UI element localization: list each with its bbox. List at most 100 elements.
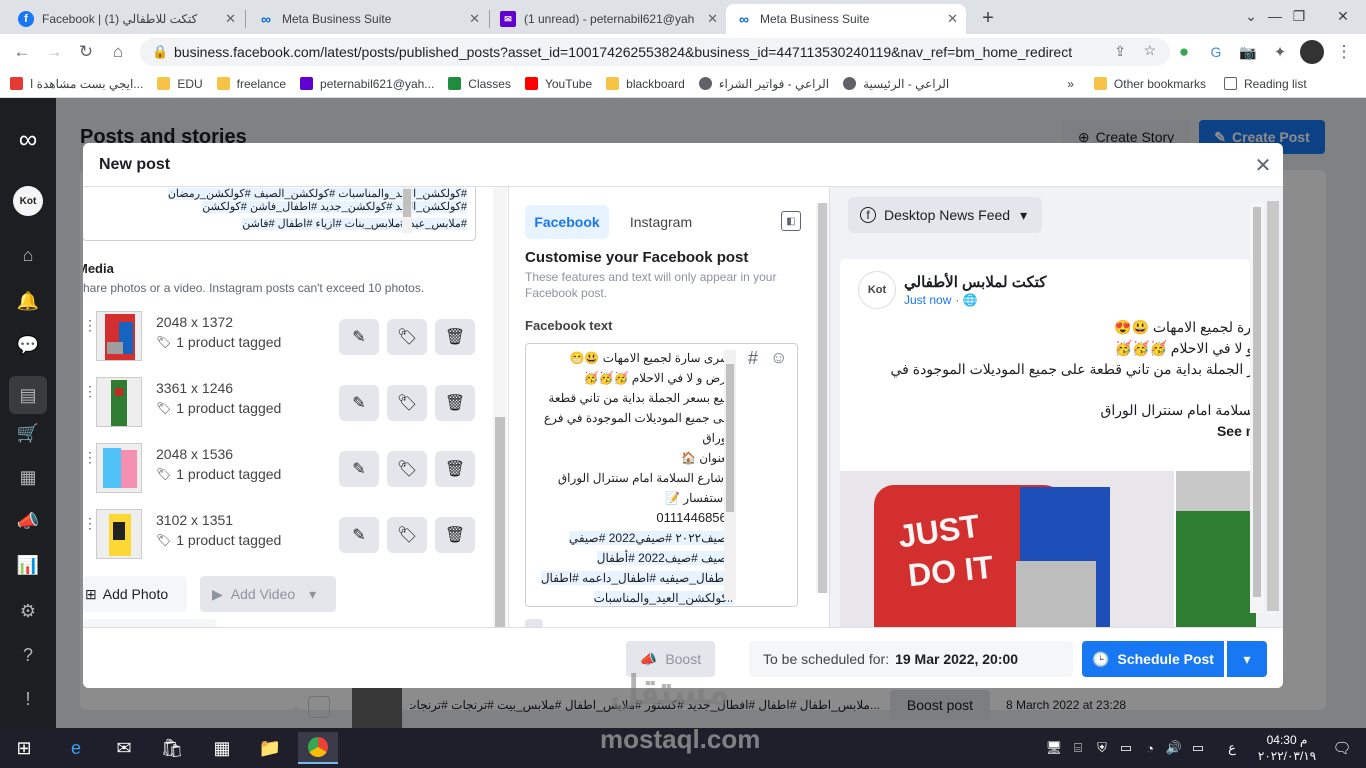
- camera-extension-icon[interactable]: 📷: [1236, 40, 1260, 64]
- delete-trash-button[interactable]: 🗑: [435, 517, 475, 553]
- delete-trash-button[interactable]: 🗑: [435, 385, 475, 421]
- facebook-text-area[interactable]: بشرى سارة لجميع الامهات 😃😁 عرض و لا في ا…: [525, 343, 798, 607]
- drag-handle-icon[interactable]: ⋮: [83, 449, 97, 466]
- file-explorer-icon[interactable]: 📁: [250, 732, 290, 764]
- bookmark-item[interactable]: EDU: [157, 77, 203, 91]
- schedule-date-field[interactable]: To be scheduled for: 19 Mar 2022, 20:00 …: [749, 641, 1113, 677]
- close-tab-icon[interactable]: ✕: [225, 11, 236, 27]
- translate-extension-icon[interactable]: G: [1204, 40, 1228, 64]
- bookmark-item[interactable]: freelance: [216, 77, 286, 91]
- hashtag-box-scrollbar[interactable]: [402, 187, 412, 233]
- clock[interactable]: 04:30 م ٢٠٢٢/٠٣/١٩: [1252, 732, 1322, 764]
- preview-scrollbar[interactable]: [1250, 203, 1264, 613]
- inbox-icon[interactable]: 💬: [17, 334, 39, 356]
- hashtag-text-box[interactable]: #كولكشن_العيد_والمناسبات #كولكشن_الصيف #…: [83, 187, 476, 241]
- grammarly-extension-icon[interactable]: ●: [1172, 40, 1196, 64]
- ads-icon[interactable]: 📣: [17, 510, 39, 532]
- menu-kebab-icon[interactable]: ⋮: [1332, 40, 1356, 64]
- bookmark-item[interactable]: ايجي بست مشاهدة ا...: [10, 77, 143, 91]
- preview-outer-scrollbar[interactable]: [1267, 201, 1279, 611]
- hashtag-icon[interactable]: #: [748, 348, 758, 369]
- bookmark-item[interactable]: blackboard: [606, 77, 685, 91]
- planner-icon[interactable]: ▦: [17, 466, 39, 488]
- customise-scrollbar[interactable]: [816, 203, 829, 593]
- new-tab-button[interactable]: +: [976, 6, 1000, 30]
- tag-product-button[interactable]: 🏷: [387, 319, 427, 355]
- shop-icon[interactable]: 🛒: [17, 422, 39, 444]
- edit-pencil-button[interactable]: ✎: [339, 451, 379, 487]
- browser-tab-yahoo[interactable]: ✉ (1 unread) - peternabil621@yah ✕: [490, 4, 726, 34]
- bookmark-item[interactable]: الراعي - فواتير الشراء: [698, 77, 829, 91]
- page-avatar[interactable]: Kot: [13, 186, 43, 216]
- insights-icon[interactable]: 📊: [17, 554, 39, 576]
- partial-button[interactable]: [83, 619, 217, 627]
- tab-facebook[interactable]: Facebook: [525, 205, 609, 239]
- chrome-icon[interactable]: [298, 732, 338, 764]
- delete-trash-button[interactable]: 🗑: [435, 451, 475, 487]
- bookmark-star-icon[interactable]: ☆: [1143, 42, 1156, 59]
- close-tab-icon[interactable]: ✕: [947, 11, 958, 27]
- store-icon[interactable]: 🛍: [152, 732, 192, 764]
- text-area-scrollbar[interactable]: [724, 350, 736, 600]
- emoji-icon[interactable]: ☺: [770, 348, 787, 368]
- browser-tab-meta-active[interactable]: ∞ Meta Business Suite ✕: [726, 4, 966, 34]
- report-icon[interactable]: !: [17, 688, 39, 710]
- browser-tab-meta-1[interactable]: ∞ Meta Business Suite ✕: [248, 4, 488, 34]
- close-tab-icon[interactable]: ✕: [469, 11, 480, 27]
- delete-trash-button[interactable]: 🗑: [435, 319, 475, 355]
- url-bar[interactable]: 🔒 business.facebook.com/latest/posts/pub…: [140, 38, 1170, 66]
- edit-pencil-button[interactable]: ✎: [339, 385, 379, 421]
- close-modal-icon[interactable]: ✕: [1251, 153, 1275, 177]
- reading-list[interactable]: Reading list: [1223, 77, 1307, 91]
- home-icon[interactable]: ⌂: [17, 244, 39, 266]
- product-tag-icon: 🏷: [156, 467, 172, 481]
- drag-handle-icon[interactable]: ⋮: [83, 515, 97, 532]
- forward-icon[interactable]: →: [42, 40, 66, 64]
- windows-start-icon[interactable]: ⊞: [4, 732, 44, 764]
- tag-product-button[interactable]: 🏷: [387, 451, 427, 487]
- meta-logo-icon[interactable]: ∞: [12, 124, 44, 154]
- add-photo-button[interactable]: ⊞ Add Photo: [83, 576, 187, 612]
- bookmark-item[interactable]: الراعي - الرئيسية: [843, 77, 949, 91]
- calculator-icon[interactable]: ▦: [202, 732, 242, 764]
- back-icon[interactable]: ←: [10, 40, 34, 64]
- edit-pencil-button[interactable]: ✎: [339, 517, 379, 553]
- folder-icon: [216, 77, 230, 90]
- home-icon[interactable]: ⌂: [106, 40, 130, 64]
- other-bookmarks[interactable]: Other bookmarks: [1093, 77, 1206, 91]
- add-video-button[interactable]: ▶ Add Video ▾: [200, 576, 336, 612]
- bookmark-item[interactable]: Classes: [448, 77, 511, 91]
- posts-icon[interactable]: ▤: [9, 376, 47, 414]
- tab-instagram[interactable]: Instagram: [617, 205, 705, 239]
- drag-handle-icon[interactable]: ⋮: [83, 383, 97, 400]
- notification-center-icon[interactable]: 🗨: [1322, 732, 1362, 764]
- more-bookmarks-button[interactable]: »: [1067, 77, 1074, 91]
- mail-icon[interactable]: ✉: [104, 732, 144, 764]
- split-view-icon[interactable]: ◧: [781, 211, 801, 231]
- customise-note: These features and text will only appear…: [525, 270, 777, 300]
- reload-icon[interactable]: ↻: [74, 40, 98, 64]
- extensions-puzzle-icon[interactable]: ✦: [1268, 40, 1292, 64]
- edit-pencil-button[interactable]: ✎: [339, 319, 379, 355]
- media-column-scrollbar[interactable]: [493, 187, 507, 627]
- help-icon[interactable]: ?: [17, 644, 39, 666]
- schedule-options-chevron-icon[interactable]: ▾: [1227, 641, 1267, 677]
- maximize-icon[interactable]: ❐: [1276, 0, 1322, 32]
- profile-avatar[interactable]: [1300, 40, 1324, 64]
- schedule-post-button[interactable]: 🕒 Schedule Post: [1082, 641, 1224, 677]
- share-icon[interactable]: ⇪: [1114, 43, 1126, 60]
- partial-toggle[interactable]: [525, 619, 543, 627]
- input-language[interactable]: ع: [1212, 732, 1252, 764]
- notifications-bell-icon[interactable]: 🔔: [17, 290, 39, 312]
- tag-product-button[interactable]: 🏷: [387, 385, 427, 421]
- bookmark-item[interactable]: YouTube: [524, 77, 592, 91]
- placement-dropdown[interactable]: f Desktop News Feed ▾: [848, 197, 1042, 233]
- drag-handle-icon[interactable]: ⋮: [83, 317, 97, 334]
- edge-icon[interactable]: e: [56, 732, 96, 764]
- tag-product-button[interactable]: 🏷: [387, 517, 427, 553]
- settings-gear-icon[interactable]: ⚙: [17, 600, 39, 622]
- bookmark-item[interactable]: peternabil621@yah...: [300, 77, 434, 91]
- browser-tab-facebook[interactable]: f Facebook | كتكت للاطفالي (1) ✕: [8, 4, 244, 34]
- close-tab-icon[interactable]: ✕: [707, 11, 718, 27]
- close-window-icon[interactable]: ✕: [1320, 0, 1366, 32]
